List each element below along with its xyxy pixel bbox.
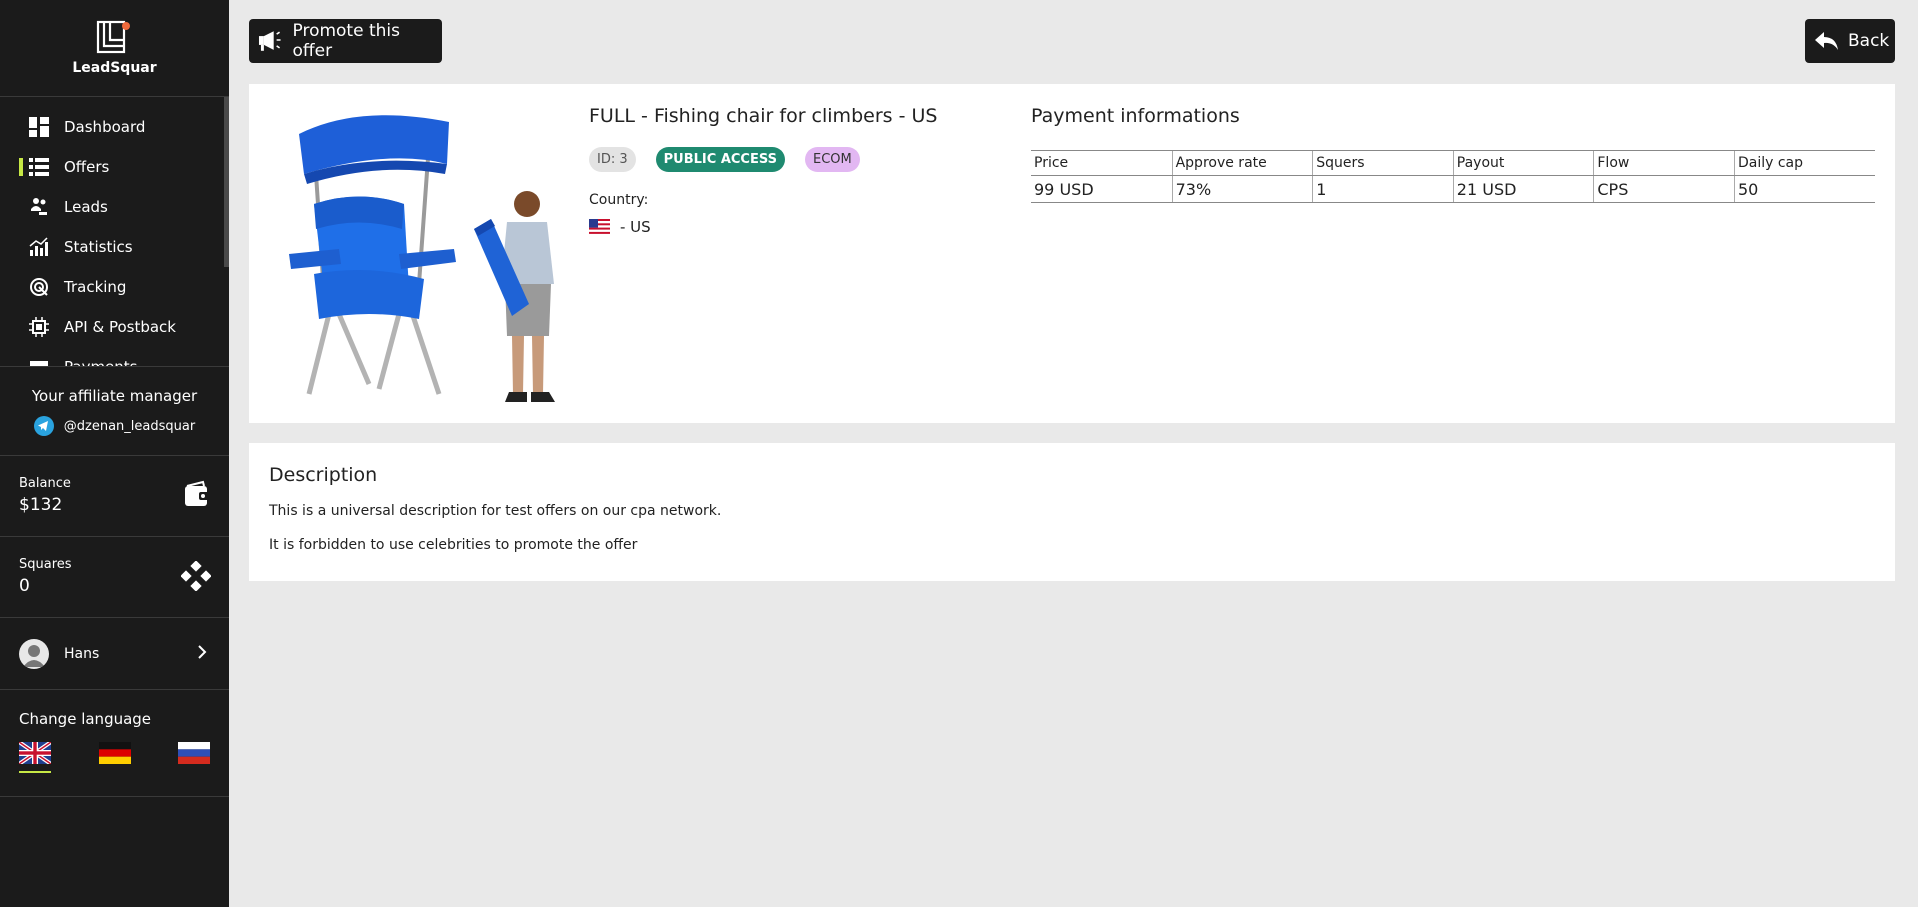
sidebar-item-label: Payments xyxy=(64,358,138,367)
flag-ru-button[interactable] xyxy=(178,742,210,764)
back-label: Back xyxy=(1848,31,1890,51)
dashboard-icon xyxy=(28,116,50,138)
payment-title: Payment informations xyxy=(1031,105,1240,127)
uk-flag-icon xyxy=(17,740,53,766)
offer-id-badge: ID: 3 xyxy=(589,147,636,172)
offer-tags: ID: 3 PUBLIC ACCESS ECOM xyxy=(589,147,880,172)
logo-icon xyxy=(96,20,130,54)
balance-label: Balance xyxy=(19,476,71,491)
sidebar-item-label: Offers xyxy=(64,158,110,176)
access-badge: PUBLIC ACCESS xyxy=(655,147,785,172)
back-arrow-icon xyxy=(1815,32,1838,50)
payment-value-cell: 21 USD xyxy=(1452,176,1594,202)
brand-name: LeadSquar xyxy=(72,60,157,76)
payment-table: Price Approve rate Squers Payout Flow Da… xyxy=(1031,150,1875,203)
list-icon xyxy=(28,156,50,178)
payment-value-cell: 1 xyxy=(1312,176,1453,202)
country-value: - US xyxy=(589,218,651,236)
payment-header-cell: Squers xyxy=(1312,151,1453,175)
manager-title: Your affiliate manager xyxy=(31,387,198,405)
sidebar-nav: Dashboard Offers Leads Statistics Tracki… xyxy=(0,97,229,367)
payment-value-cell: CPS xyxy=(1593,176,1734,202)
country-text: - US xyxy=(620,218,651,236)
balance-block: Balance $132 xyxy=(0,456,229,537)
sidebar-item-label: API & Postback xyxy=(64,318,176,336)
user-name: Hans xyxy=(64,645,100,662)
sidebar-item-label: Statistics xyxy=(64,238,133,256)
balance-value: $132 xyxy=(19,495,63,515)
sidebar-item-dashboard[interactable]: Dashboard xyxy=(0,107,229,147)
description-title: Description xyxy=(269,464,378,486)
avatar xyxy=(19,638,49,669)
sidebar-item-label: Dashboard xyxy=(64,118,146,136)
sidebar-item-label: Leads xyxy=(64,198,108,216)
description-text: This is a universal description for test… xyxy=(269,503,722,519)
payment-value-cell: 99 USD xyxy=(1034,179,1094,199)
sidebar-item-statistics[interactable]: Statistics xyxy=(0,227,229,267)
payment-value-cell: 50 xyxy=(1733,176,1875,202)
api-icon xyxy=(28,316,50,338)
flag-uk-button[interactable] xyxy=(17,740,53,773)
payment-value-cell: 73% xyxy=(1171,176,1313,202)
chevron-right-icon xyxy=(197,644,207,664)
offer-product-image xyxy=(269,104,569,404)
squares-block: Squares 0 xyxy=(0,537,229,618)
bar-chart-icon xyxy=(28,236,50,258)
offer-card: FULL - Fishing chair for climbers - US I… xyxy=(249,84,1895,423)
brand-logo[interactable]: LeadSquar xyxy=(0,0,229,97)
wallet-icon xyxy=(183,480,211,512)
sidebar-scrollbar[interactable] xyxy=(224,97,229,267)
description-text: It is forbidden to use celebrities to pr… xyxy=(269,537,638,553)
promote-label: Promote this offer xyxy=(292,21,400,61)
sidebar-item-offers[interactable]: Offers xyxy=(0,147,229,187)
squares-icon xyxy=(180,560,212,595)
description-card: Description This is a universal descript… xyxy=(249,443,1895,581)
sidebar-item-payments[interactable]: Payments xyxy=(0,347,229,367)
payment-header-cell: Daily cap xyxy=(1733,151,1875,175)
user-profile-link[interactable]: Hans xyxy=(0,618,229,690)
germany-flag-icon xyxy=(98,742,131,764)
flag-de-button[interactable] xyxy=(98,742,131,764)
us-flag-icon xyxy=(589,219,610,235)
sidebar-item-leads[interactable]: Leads xyxy=(0,187,229,227)
affiliate-manager: Your affiliate manager @dzenan_leadsquar xyxy=(0,367,229,456)
sidebar: LeadSquar Dashboard Offers Leads Statist… xyxy=(0,0,229,907)
russia-flag-icon xyxy=(178,742,210,764)
payment-header-cell: Price xyxy=(1034,155,1069,171)
back-button[interactable]: Back xyxy=(1805,19,1895,63)
tracking-icon xyxy=(28,276,50,298)
country-label: Country: xyxy=(589,192,649,208)
sidebar-item-tracking[interactable]: Tracking xyxy=(0,267,229,307)
manager-contact-link[interactable]: @dzenan_leadsquar xyxy=(0,416,229,436)
payments-icon xyxy=(28,356,50,366)
payment-header-cell: Payout xyxy=(1452,151,1594,175)
payment-value-row: 99 USD 73% 1 21 USD CPS 50 xyxy=(1031,176,1875,203)
leads-icon xyxy=(28,196,50,218)
category-badge: ECOM xyxy=(804,147,860,172)
manager-handle: @dzenan_leadsquar xyxy=(63,418,196,434)
payment-header-row: Price Approve rate Squers Payout Flow Da… xyxy=(1031,151,1875,176)
payment-header-cell: Flow xyxy=(1593,151,1734,175)
sidebar-item-label: Tracking xyxy=(64,278,127,296)
promote-offer-button[interactable]: Promote this offer xyxy=(249,19,442,63)
language-switcher: Change language xyxy=(0,690,229,797)
megaphone-icon xyxy=(258,31,281,51)
payment-header-cell: Approve rate xyxy=(1171,151,1313,175)
language-title: Change language xyxy=(19,710,152,728)
sidebar-item-api-postback[interactable]: API & Postback xyxy=(0,307,229,347)
offer-title: FULL - Fishing chair for climbers - US xyxy=(589,105,938,127)
telegram-icon xyxy=(33,416,54,436)
